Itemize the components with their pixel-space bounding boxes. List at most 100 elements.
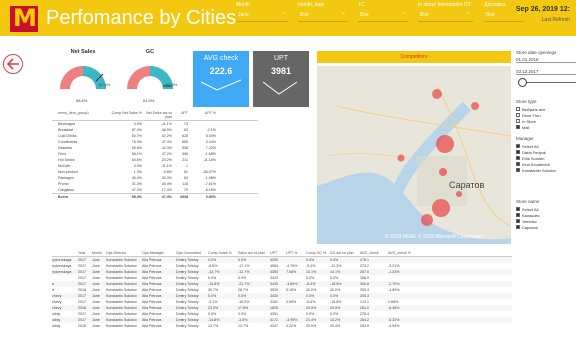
option-label: Энгельс	[522, 218, 537, 224]
table-body: Beverages 0.0% -11.1% 73 Breakfast 87.4% 46.9%…	[52, 121, 258, 193]
table-total-row: Всего 58.4% 47.4% 3938 0.80%	[52, 193, 258, 199]
checkbox[interactable]	[516, 225, 520, 229]
col-header[interactable]: Net Sales act vs plan	[142, 111, 172, 119]
kpi-avg-check: AVG check 222.6	[193, 51, 249, 107]
store-name-title: Store name	[516, 199, 540, 204]
col-header[interactable]: AVG_check %	[388, 251, 418, 255]
option-label: Mall	[522, 124, 530, 130]
store-type-option[interactable]: Mall	[516, 124, 576, 130]
kpi-gc-left: 61.9%	[143, 98, 155, 103]
cell: 47.4%	[161, 195, 172, 199]
col-header[interactable]: Comp GC %	[306, 251, 330, 255]
col-header[interactable]: Month	[92, 251, 106, 255]
slider-handle[interactable]	[518, 78, 527, 87]
cell: June	[92, 324, 100, 328]
gauge-net-sales	[60, 66, 106, 89]
checkbox[interactable]	[516, 156, 520, 160]
competitors-header: Competitors	[317, 51, 511, 63]
cell: -6.16%	[204, 188, 216, 192]
cell: 13.7%	[208, 324, 219, 328]
option-label: Select All	[522, 206, 539, 212]
option-label: Саратов	[522, 224, 538, 230]
col-header[interactable]: Comp Sales %	[208, 251, 238, 255]
col-header[interactable]: Ops Manager	[142, 251, 176, 255]
col-header[interactable]: UPT	[172, 111, 188, 119]
cell: Сэндвичи	[58, 188, 75, 192]
kpi-gc: GC 61.9% 52.3%	[121, 49, 179, 107]
slider-track	[522, 82, 576, 83]
date-filter-title: Store date openings	[516, 50, 557, 55]
table-body: rydzerskaya 2017 June Konstantin Sokolov All…	[52, 257, 512, 329]
filter-month[interactable]: Month June	[236, 2, 288, 32]
checkbox[interactable]	[516, 150, 520, 154]
option-label: Выбрать все	[522, 106, 546, 112]
mcdonalds-logo: M	[10, 4, 38, 32]
back-button[interactable]	[3, 54, 23, 74]
col-header[interactable]: UPT	[270, 251, 286, 255]
option-label: Irina Kovalevich	[522, 161, 551, 167]
kpi-gc-right: 52.3%	[166, 82, 178, 87]
filter-sidebar: Store date openings 01.01.2016 03.12.201…	[516, 50, 576, 354]
filter-month-date-dropdown[interactable]: Все	[298, 9, 348, 22]
arrow-left-icon	[7, 58, 19, 70]
col-header[interactable]: Sales act vs plan	[238, 251, 270, 255]
col-header[interactable]: UPT %	[286, 251, 306, 255]
checkbox[interactable]	[516, 125, 520, 129]
col-header[interactable]: menu_item_group1	[52, 111, 106, 119]
kpi-upt: UPT 3981	[253, 51, 309, 107]
filter-instore-label: In store/ freestander DT	[418, 2, 471, 8]
option-label: Drive Thru	[522, 112, 541, 118]
checkbox[interactable]	[516, 113, 520, 117]
table-header: menu_item_group1 Comp Net Sales % Net Sa…	[52, 110, 258, 121]
cell: 70	[184, 188, 188, 192]
kpi-upt-title: UPT	[274, 55, 288, 62]
cell: 4347	[270, 324, 278, 328]
table-row[interactable]: oilniy 2018 June Konstantin Sokolov Alla Pet…	[52, 323, 512, 329]
checkbox[interactable]	[516, 144, 520, 148]
checkbox[interactable]	[516, 107, 520, 111]
col-header[interactable]: Ops Consultant	[176, 251, 208, 255]
option-label: Балаково	[522, 212, 540, 218]
date-from-input[interactable]: 01.01.2016	[516, 57, 576, 63]
filter-month-date[interactable]: month_date Все	[298, 2, 348, 32]
checkbox[interactable]	[516, 168, 520, 172]
last-refresh-label: Last Refresh	[541, 17, 570, 23]
map-city-label: Саратов	[449, 180, 484, 190]
filter-tc-dropdown[interactable]: Все	[358, 9, 408, 22]
col-header[interactable]: AVG_check	[360, 251, 388, 255]
checkbox[interactable]	[516, 119, 520, 123]
checkbox[interactable]	[516, 219, 520, 223]
filter-month-dropdown[interactable]: June	[236, 9, 288, 22]
filter-instore-dropdown[interactable]: Все	[418, 9, 473, 22]
upt-sparkline	[262, 81, 298, 95]
store-name-option[interactable]: Саратов	[516, 224, 576, 230]
checkbox[interactable]	[516, 162, 520, 166]
cell: 47.2%	[131, 188, 142, 192]
col-header[interactable]	[52, 251, 78, 255]
option-label: Daria Fedyuk	[522, 149, 546, 155]
col-header[interactable]: Ops Director	[106, 251, 142, 255]
kpi-avg-check-title: AVG check	[203, 55, 239, 62]
menu-group-table: menu_item_group1 Comp Net Sales % Net Sa…	[52, 110, 258, 245]
date-slider[interactable]	[516, 77, 576, 89]
manager-option[interactable]: Konstantin Sokolov	[516, 167, 576, 173]
top-banner: M Perfomance by Cities Month June month_…	[0, 0, 576, 36]
col-header[interactable]: Comp Net Sales %	[106, 111, 142, 119]
filter-instore[interactable]: In store/ freestander DT Все	[418, 2, 473, 32]
avg-check-sparkline	[200, 79, 242, 91]
checkbox[interactable]	[516, 213, 520, 217]
competitors-map[interactable]: Саратов © 2019 HERE © 2019 Microsoft Cor…	[317, 66, 511, 244]
col-header[interactable]: UPT %	[188, 111, 216, 119]
store-detail-table: Year Month Ops Director Ops Manager Ops Cons…	[52, 250, 512, 354]
option-label: Konstantin Sokolov	[522, 167, 557, 173]
date-to-input[interactable]: 03.12.2017	[516, 69, 576, 75]
map-canvas: Саратов © 2019 HERE © 2019 Microsoft Cor…	[317, 66, 511, 244]
kpi-net-sales-right: 67.4%	[99, 82, 111, 87]
checkbox[interactable]	[516, 207, 520, 211]
cell: 2018	[78, 324, 86, 328]
filter-tc[interactable]: ТС Все	[358, 2, 408, 32]
cell: 0.80%	[205, 195, 216, 199]
col-header[interactable]: GC act vs plan	[330, 251, 360, 255]
map-copyright: © 2019 HERE © 2019 Microsoft Corporation	[385, 233, 483, 240]
col-header[interactable]: Year	[78, 251, 92, 255]
